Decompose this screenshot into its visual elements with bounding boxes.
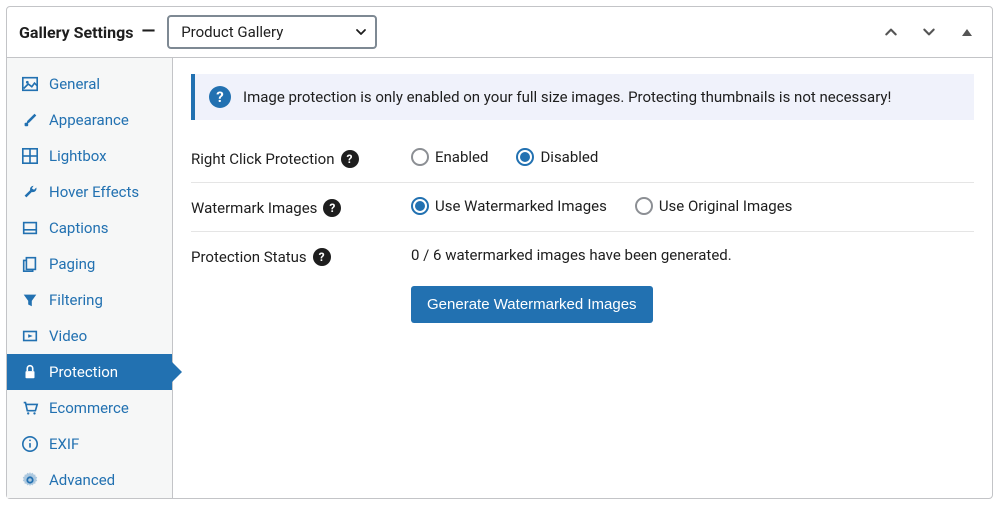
radio-icon xyxy=(516,148,534,166)
sidebar-item-label: General xyxy=(49,75,100,93)
radio-disabled[interactable]: Disabled xyxy=(516,148,598,166)
info-icon xyxy=(21,435,39,453)
sidebar-item-label: Filtering xyxy=(49,291,103,309)
sidebar-item-label: Captions xyxy=(49,219,108,237)
panel-title: Gallery Settings xyxy=(19,23,134,42)
pages-icon xyxy=(21,255,39,273)
field-label: Protection Status ? xyxy=(191,246,411,266)
field-label: Right Click Protection ? xyxy=(191,148,411,168)
info-notice: ? Image protection is only enabled on yo… xyxy=(191,74,974,120)
caption-icon xyxy=(21,219,39,237)
gear-icon xyxy=(21,471,39,489)
sidebar-item-label: Lightbox xyxy=(49,147,107,165)
sidebar-item-label: Paging xyxy=(49,255,95,273)
sidebar-item-ecommerce[interactable]: Ecommerce xyxy=(7,390,172,426)
sidebar-item-advanced[interactable]: Advanced xyxy=(7,462,172,498)
help-tooltip-icon[interactable]: ? xyxy=(313,248,331,266)
sidebar-item-protection[interactable]: Protection xyxy=(7,354,172,390)
sidebar-item-exif[interactable]: EXIF xyxy=(7,426,172,462)
content-pane: ? Image protection is only enabled on yo… xyxy=(173,58,992,498)
protection-status-text: 0 / 6 watermarked images have been gener… xyxy=(411,246,974,264)
help-icon: ? xyxy=(209,86,231,108)
next-button[interactable] xyxy=(916,19,942,45)
gallery-select[interactable]: Product Gallery xyxy=(167,15,377,49)
right-click-radio-group: Enabled Disabled xyxy=(411,148,974,166)
generate-watermarked-button[interactable]: Generate Watermarked Images xyxy=(411,286,653,323)
sidebar-item-label: Ecommerce xyxy=(49,399,129,417)
panel-header: Gallery Settings — Product Gallery xyxy=(7,7,992,58)
radio-icon xyxy=(411,148,429,166)
sidebar-item-hover-effects[interactable]: Hover Effects xyxy=(7,174,172,210)
sidebar-item-appearance[interactable]: Appearance xyxy=(7,102,172,138)
collapse-icon[interactable]: — xyxy=(142,21,156,42)
prev-button[interactable] xyxy=(878,19,904,45)
watermark-radio-group: Use Watermarked Images Use Original Imag… xyxy=(411,197,974,215)
radio-enabled[interactable]: Enabled xyxy=(411,148,488,166)
radio-use-watermarked[interactable]: Use Watermarked Images xyxy=(411,197,607,215)
sidebar-item-video[interactable]: Video xyxy=(7,318,172,354)
image-icon xyxy=(21,75,39,93)
sidebar-item-paging[interactable]: Paging xyxy=(7,246,172,282)
row-protection-status: Protection Status ? 0 / 6 watermarked im… xyxy=(191,232,974,337)
sidebar: General Appearance Lightbox Hover Effect… xyxy=(7,58,173,498)
brush-icon xyxy=(21,111,39,129)
sidebar-item-captions[interactable]: Captions xyxy=(7,210,172,246)
radio-use-original[interactable]: Use Original Images xyxy=(635,197,793,215)
radio-icon xyxy=(635,197,653,215)
gallery-select-value: Product Gallery xyxy=(167,15,377,49)
filter-icon xyxy=(21,291,39,309)
row-watermark-images: Watermark Images ? Use Watermarked Image… xyxy=(191,183,974,232)
wrench-icon xyxy=(21,183,39,201)
sidebar-item-filtering[interactable]: Filtering xyxy=(7,282,172,318)
sidebar-item-label: EXIF xyxy=(49,435,79,453)
radio-icon xyxy=(411,197,429,215)
sidebar-item-label: Appearance xyxy=(49,111,129,129)
collapse-toggle[interactable] xyxy=(954,19,980,45)
notice-text: Image protection is only enabled on your… xyxy=(243,88,891,106)
sidebar-item-label: Advanced xyxy=(49,471,115,489)
sidebar-item-label: Protection xyxy=(49,363,118,381)
row-right-click-protection: Right Click Protection ? Enabled Disable… xyxy=(191,134,974,183)
video-icon xyxy=(21,327,39,345)
gallery-settings-panel: Gallery Settings — Product Gallery xyxy=(6,6,993,499)
sidebar-item-label: Video xyxy=(49,327,87,345)
help-tooltip-icon[interactable]: ? xyxy=(323,199,341,217)
field-label: Watermark Images ? xyxy=(191,197,411,217)
sidebar-item-lightbox[interactable]: Lightbox xyxy=(7,138,172,174)
cart-icon xyxy=(21,399,39,417)
help-tooltip-icon[interactable]: ? xyxy=(341,150,359,168)
sidebar-item-label: Hover Effects xyxy=(49,183,139,201)
lock-icon xyxy=(21,363,39,381)
grid-icon xyxy=(21,147,39,165)
panel-body: General Appearance Lightbox Hover Effect… xyxy=(7,58,992,498)
sidebar-item-general[interactable]: General xyxy=(7,66,172,102)
